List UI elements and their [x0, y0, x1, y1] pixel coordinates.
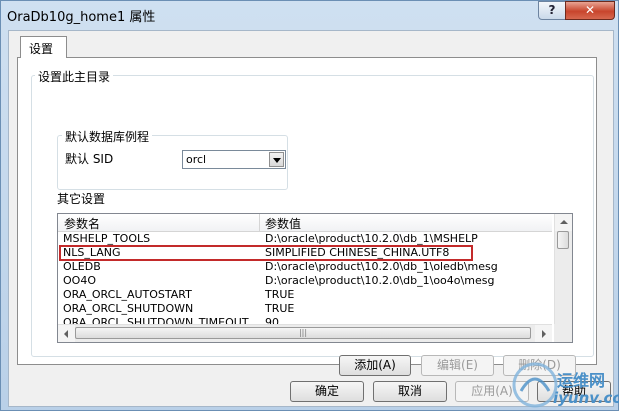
- horizontal-scrollbar[interactable]: |||: [58, 324, 552, 342]
- column-header-value[interactable]: 参数值: [265, 215, 301, 232]
- default-instance-group-label: 默认数据库例程: [62, 128, 153, 145]
- help-button[interactable]: 帮助: [537, 381, 611, 402]
- default-sid-label: 默认 SID: [65, 152, 114, 166]
- scroll-right-icon[interactable]: [535, 325, 552, 342]
- dialog-client-area: 设置 设置此主目录 默认数据库例程 默认 SID orcl 其它设置 参数名 参…: [8, 30, 614, 407]
- list-header: 参数名 参数值: [58, 214, 552, 232]
- chevron-down-icon[interactable]: [269, 152, 284, 167]
- param-value: D:\oracle\product\10.2.0\db_1\oo4o\mesg: [265, 274, 495, 287]
- apply-button[interactable]: 应用(A): [455, 381, 529, 402]
- list-body: MSHELP_TOOLS D:\oracle\product\10.2.0\db_…: [58, 232, 552, 324]
- help-caption-button[interactable]: ?: [538, 1, 566, 20]
- default-sid-value: orcl: [186, 153, 207, 166]
- param-value: 90: [265, 316, 279, 324]
- title-bar[interactable]: OraDb10g_home1 属性 ? ✕: [1, 1, 618, 27]
- table-row[interactable]: MSHELP_TOOLS D:\oracle\product\10.2.0\db_…: [58, 232, 552, 246]
- cancel-button[interactable]: 取消: [373, 381, 447, 402]
- param-name: OO4O: [63, 274, 96, 287]
- properties-window: OraDb10g_home1 属性 ? ✕ 设置 设置此主目录 默认数据库例程 …: [0, 0, 619, 411]
- default-sid-select[interactable]: orcl: [182, 150, 286, 169]
- close-button[interactable]: ✕: [565, 1, 615, 20]
- param-name: ORA_ORCL_SHUTDOWN: [63, 302, 194, 315]
- scroll-up-icon[interactable]: [555, 214, 572, 231]
- param-value: TRUE: [265, 288, 295, 301]
- table-row[interactable]: ORA_ORCL_SHUTDOWN TRUE: [58, 302, 552, 316]
- table-row[interactable]: OLEDB D:\oracle\product\10.2.0\db_1\oledb…: [58, 260, 552, 274]
- settings-tab-panel: 设置此主目录 默认数据库例程 默认 SID orcl 其它设置 参数名 参数值 …: [17, 57, 597, 376]
- tab-settings[interactable]: 设置: [20, 36, 67, 58]
- delete-button[interactable]: 删除(D): [503, 355, 576, 376]
- horizontal-scroll-thumb[interactable]: |||: [75, 327, 531, 339]
- vertical-scrollbar[interactable]: [554, 214, 572, 324]
- param-name: OLEDB: [63, 260, 101, 273]
- table-row[interactable]: ORA_ORCL_AUTOSTART TRUE: [58, 288, 552, 302]
- param-value: D:\oracle\product\10.2.0\db_1\oledb\mesg: [265, 260, 498, 273]
- parameters-list[interactable]: 参数名 参数值 MSHELP_TOOLS D:\oracle\product\10…: [57, 213, 573, 343]
- home-settings-group-label: 设置此主目录: [35, 68, 114, 85]
- vertical-scroll-thumb[interactable]: [557, 231, 569, 249]
- param-name: NLS_LANG: [63, 246, 121, 259]
- add-button[interactable]: 添加(A): [339, 355, 411, 376]
- table-row[interactable]: OO4O D:\oracle\product\10.2.0\db_1\oo4o\m…: [58, 274, 552, 288]
- param-name: ORA_ORCL_SHUTDOWN_TIMEOUT: [63, 316, 249, 324]
- table-row[interactable]: ORA_ORCL_SHUTDOWN_TIMEOUT 90: [58, 316, 552, 324]
- column-header-name[interactable]: 参数名: [64, 215, 100, 232]
- scroll-left-icon[interactable]: [58, 325, 75, 342]
- param-value: TRUE: [265, 302, 295, 315]
- param-name: MSHELP_TOOLS: [63, 232, 151, 245]
- ok-button[interactable]: 确定: [290, 381, 364, 402]
- table-row[interactable]: NLS_LANG SIMPLIFIED CHINESE_CHINA.UTF8: [58, 246, 552, 260]
- other-settings-label: 其它设置: [57, 192, 106, 206]
- scrollbar-corner: [554, 324, 572, 342]
- column-separator[interactable]: [259, 214, 260, 231]
- param-name: ORA_ORCL_AUTOSTART: [63, 288, 192, 301]
- param-value: D:\oracle\product\10.2.0\db_1\MSHELP: [265, 232, 478, 245]
- edit-button[interactable]: 编辑(E): [421, 355, 494, 376]
- param-value: SIMPLIFIED CHINESE_CHINA.UTF8: [265, 246, 450, 259]
- window-title: OraDb10g_home1 属性: [7, 10, 156, 25]
